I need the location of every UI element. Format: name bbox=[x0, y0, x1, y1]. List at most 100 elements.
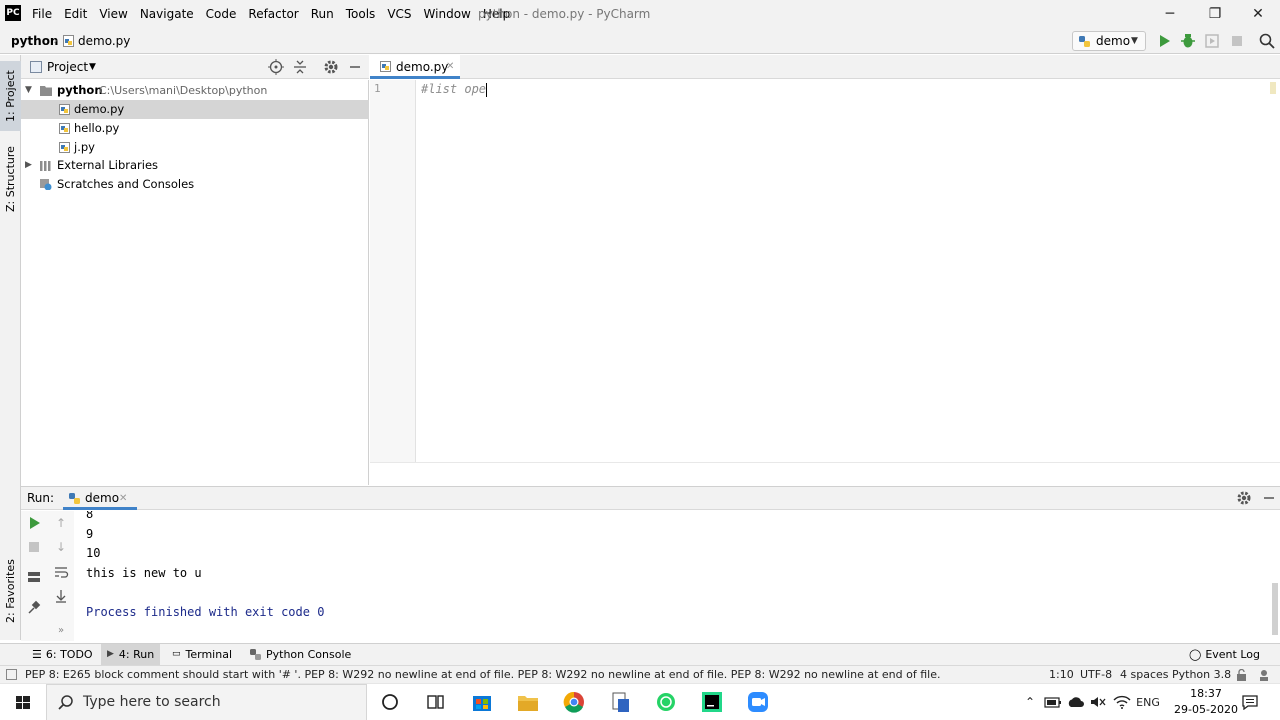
tree-item-hello-py[interactable]: hello.py bbox=[21, 119, 369, 138]
todo-tool-button[interactable]: ☰ 6: TODO bbox=[26, 644, 99, 665]
cortana-icon[interactable] bbox=[372, 687, 408, 718]
hide-panel-icon[interactable] bbox=[346, 58, 364, 76]
collapse-all-icon[interactable] bbox=[291, 58, 309, 76]
tree-item-demo-py[interactable]: demo.py bbox=[21, 100, 369, 119]
menu-file[interactable]: File bbox=[26, 0, 58, 28]
caret-position[interactable]: 1:10 bbox=[1049, 666, 1074, 683]
microsoft-store-icon[interactable] bbox=[464, 687, 500, 718]
close-icon[interactable]: ✕ bbox=[446, 55, 454, 79]
menu-refactor[interactable]: Refactor bbox=[242, 0, 304, 28]
tree-item-j-py[interactable]: j.py bbox=[21, 138, 369, 157]
python-console-tool-button[interactable]: Python Console bbox=[244, 644, 357, 665]
run-with-coverage-button[interactable] bbox=[1203, 32, 1221, 50]
close-icon[interactable]: ✕ bbox=[119, 487, 127, 510]
toggle-tool-windows-icon[interactable] bbox=[6, 669, 17, 680]
minimize-button[interactable]: ─ bbox=[1148, 0, 1192, 28]
menu-run[interactable]: Run bbox=[305, 0, 340, 28]
gear-icon[interactable] bbox=[322, 58, 340, 76]
tree-item-project-root[interactable]: ▼ python C:\Users\mani\Desktop\python bbox=[21, 81, 369, 100]
close-window-button[interactable]: ✕ bbox=[1236, 0, 1280, 28]
menu-window[interactable]: Window bbox=[418, 0, 477, 28]
restore-button[interactable]: ❐ bbox=[1193, 0, 1237, 28]
tree-item-label: External Libraries bbox=[57, 158, 159, 172]
run-tool-button[interactable]: ▶ 4: Run bbox=[101, 644, 161, 665]
hide-panel-icon[interactable] bbox=[1260, 489, 1278, 507]
tree-item-scratches[interactable]: Scratches and Consoles bbox=[21, 175, 369, 194]
project-tree: ▼ python C:\Users\mani\Desktop\python de… bbox=[21, 80, 369, 485]
taskbar-search-box[interactable]: Type here to search bbox=[46, 684, 367, 720]
clock-date[interactable]: 29-05-2020 bbox=[1172, 703, 1240, 717]
lock-icon[interactable] bbox=[1236, 669, 1247, 681]
chevron-down-icon[interactable]: ▼ bbox=[25, 81, 32, 100]
console-scrollbar[interactable] bbox=[1272, 583, 1278, 635]
tree-item-label: j.py bbox=[74, 140, 95, 154]
indent-setting[interactable]: 4 spaces bbox=[1120, 666, 1169, 683]
menu-edit[interactable]: Edit bbox=[58, 0, 93, 28]
whatsapp-icon[interactable] bbox=[648, 687, 684, 718]
task-view-icon[interactable] bbox=[417, 687, 453, 718]
chevron-right-icon[interactable]: ▶ bbox=[25, 156, 32, 175]
run-configuration-dropdown[interactable]: demo ▼ bbox=[1072, 31, 1146, 51]
menu-code[interactable]: Code bbox=[200, 0, 243, 28]
gear-icon[interactable] bbox=[1235, 489, 1253, 507]
event-log-button[interactable]: ◯ Event Log bbox=[1183, 644, 1266, 665]
stop-button[interactable] bbox=[25, 538, 43, 556]
tree-item-external-libraries[interactable]: ▶ External Libraries bbox=[21, 156, 369, 175]
more-actions-icon[interactable]: » bbox=[52, 622, 70, 640]
title-bar: PC File Edit View Navigate Code Refactor… bbox=[0, 0, 1280, 28]
document-viewer-icon[interactable] bbox=[602, 687, 638, 718]
breadcrumb-root[interactable]: python bbox=[11, 28, 58, 54]
search-everywhere-icon[interactable] bbox=[1258, 32, 1276, 50]
menu-tools[interactable]: Tools bbox=[340, 0, 382, 28]
run-panel-header: Run: demo ✕ bbox=[21, 486, 1280, 510]
stop-button[interactable] bbox=[1228, 32, 1246, 50]
favorites-tool-tab[interactable]: 2: Favorites bbox=[0, 555, 21, 627]
console-line: 9 bbox=[86, 527, 94, 541]
chrome-icon[interactable] bbox=[556, 687, 592, 718]
left-tool-strip: 1: Project Z: Structure 2: Favorites bbox=[0, 55, 21, 640]
run-button[interactable] bbox=[1155, 32, 1173, 50]
show-hidden-icons-icon[interactable]: ⌃ bbox=[1022, 684, 1038, 720]
code-line[interactable]: #list ope bbox=[421, 82, 488, 97]
windows-start-icon[interactable] bbox=[0, 684, 46, 720]
debug-button[interactable] bbox=[1179, 32, 1197, 50]
pycharm-taskbar-icon[interactable] bbox=[694, 687, 730, 718]
run-tab-demo[interactable]: demo ✕ bbox=[63, 487, 137, 510]
pycharm-logo-icon: PC bbox=[5, 5, 21, 21]
clock-time[interactable]: 18:37 bbox=[1186, 687, 1226, 701]
file-encoding[interactable]: UTF-8 bbox=[1080, 666, 1112, 683]
wifi-icon[interactable] bbox=[1113, 694, 1131, 710]
project-tool-tab[interactable]: 1: Project bbox=[0, 61, 21, 131]
run-console-output[interactable]: 8 9 10 this is new to u Process finished… bbox=[74, 511, 1274, 641]
onedrive-cloud-icon[interactable] bbox=[1067, 695, 1085, 709]
code-editor[interactable]: #list ope bbox=[417, 80, 1280, 462]
python-interpreter[interactable]: Python 3.8 bbox=[1172, 666, 1231, 683]
breadcrumb-file[interactable]: demo.py bbox=[78, 28, 130, 54]
zoom-icon[interactable] bbox=[740, 687, 776, 718]
inspection-marker[interactable] bbox=[1270, 82, 1276, 94]
pin-icon[interactable] bbox=[25, 599, 43, 617]
project-view-selector[interactable]: Project bbox=[47, 55, 88, 79]
project-view-icon bbox=[30, 61, 42, 73]
soft-wrap-icon[interactable] bbox=[52, 563, 70, 581]
chevron-down-icon[interactable]: ▼ bbox=[89, 55, 96, 79]
scroll-to-end-icon[interactable] bbox=[52, 587, 70, 605]
rerun-button[interactable] bbox=[25, 514, 43, 532]
menu-navigate[interactable]: Navigate bbox=[134, 0, 200, 28]
battery-icon[interactable] bbox=[1044, 696, 1062, 709]
terminal-tool-button[interactable]: ▭ Terminal bbox=[166, 644, 238, 665]
layout-icon[interactable] bbox=[25, 568, 43, 586]
menu-view[interactable]: View bbox=[93, 0, 133, 28]
structure-tool-tab[interactable]: Z: Structure bbox=[0, 143, 21, 215]
volume-muted-icon[interactable] bbox=[1089, 695, 1107, 709]
event-log-label: Event Log bbox=[1205, 648, 1260, 661]
menu-vcs[interactable]: VCS bbox=[381, 0, 417, 28]
action-center-icon[interactable] bbox=[1241, 694, 1259, 710]
arrow-down-icon[interactable]: ↓ bbox=[52, 538, 70, 556]
arrow-up-icon[interactable]: ↑ bbox=[52, 514, 70, 532]
inspector-icon[interactable] bbox=[1258, 668, 1272, 682]
locate-file-icon[interactable] bbox=[267, 58, 285, 76]
editor-tab-demo-py[interactable]: demo.py ✕ bbox=[370, 55, 460, 79]
input-language[interactable]: ENG bbox=[1134, 684, 1162, 720]
file-explorer-icon[interactable] bbox=[510, 687, 546, 718]
